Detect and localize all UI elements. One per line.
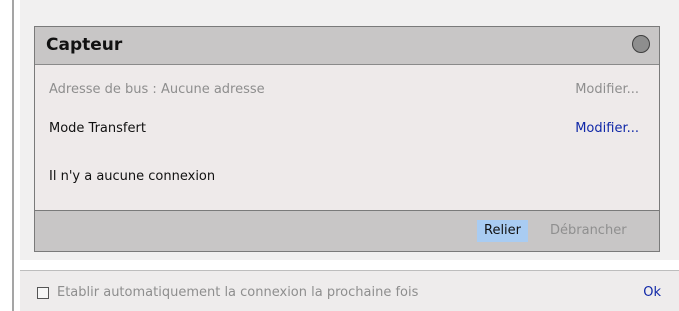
card-title: Capteur	[46, 35, 123, 55]
bottom-bar: Etablir automatiquement la connexion la …	[20, 270, 679, 311]
status-indicator-icon	[632, 35, 650, 53]
sensor-card: Capteur Adresse de bus : Aucune adresse …	[34, 26, 660, 252]
transfer-mode-label: Mode Transfert	[49, 121, 146, 136]
connect-button[interactable]: Relier	[477, 220, 529, 242]
auto-connect-checkbox[interactable]	[37, 287, 49, 299]
bus-address-label: Adresse de bus : Aucune adresse	[49, 82, 265, 97]
window-left-border	[12, 0, 14, 311]
ok-button[interactable]: Ok	[643, 285, 661, 300]
modify-bus-address-button[interactable]: Modifier...	[575, 82, 639, 97]
modify-transfer-mode-button[interactable]: Modifier...	[575, 121, 639, 136]
connection-status-text: Il n'y a aucune connexion	[49, 169, 216, 184]
disconnect-button[interactable]: Débrancher	[550, 220, 627, 242]
auto-connect-label[interactable]: Etablir automatiquement la connexion la …	[57, 285, 418, 300]
card-footer: Relier Débrancher	[35, 210, 659, 251]
card-header: Capteur	[35, 27, 659, 65]
